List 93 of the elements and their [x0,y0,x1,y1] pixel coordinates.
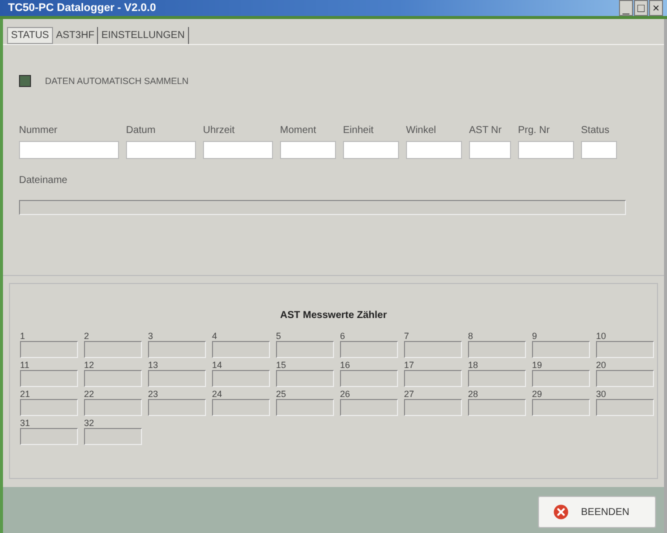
field-label: AST Nr [469,125,503,136]
counter-field [468,370,526,387]
field-label: Status [581,125,610,136]
counter-field [532,341,590,358]
counter-label: 25 [276,389,288,399]
counter-field [276,370,334,387]
counter-field [212,399,270,416]
input-field[interactable] [518,141,574,159]
counter-label: 15 [276,360,288,370]
counter-label: 2 [84,331,90,341]
field-label: Moment [280,125,318,136]
counter-label: 11 [20,360,30,370]
counter-field [468,341,526,358]
window-title: TC50-PC Datalogger - V2.0.0 [8,2,156,14]
field-label: Winkel [406,125,438,136]
counter-label: 30 [596,389,608,399]
close-app-button[interactable]: BEENDEN [538,496,656,528]
counter-field [20,370,78,387]
input-field[interactable] [280,141,336,159]
counter-label: 7 [404,331,410,341]
close-button[interactable]: × [649,0,663,16]
maximize-button[interactable]: □ [634,0,648,16]
counter-field [20,341,78,358]
input-field[interactable] [203,141,273,159]
counter-field [276,399,334,416]
counter-field [84,341,142,358]
counter-field [148,341,206,358]
counter-field [340,370,398,387]
counter-label: 24 [212,389,224,399]
counter-label: 26 [340,389,352,399]
counter-label: 32 [84,418,96,428]
counter-field [596,399,654,416]
input-field[interactable] [406,141,462,159]
counter-field [340,399,398,416]
counter-label: 18 [468,360,480,370]
counter-field [404,341,462,358]
counter-label: 10 [596,331,608,341]
input-field[interactable] [19,141,119,159]
counter-label: 14 [212,360,224,370]
field-label: Einheit [343,125,375,136]
counter-label: 4 [212,331,218,341]
counter-field [212,370,270,387]
counter-label: 29 [532,389,544,399]
counter-field [404,399,462,416]
tab[interactable]: STATUS [7,27,53,44]
close-icon [553,504,569,520]
counter-label: 19 [532,360,544,370]
counter-label: 17 [404,360,416,370]
counter-field [148,370,206,387]
minimize-button[interactable]: _ [619,0,633,16]
counter-label: 16 [340,360,352,370]
input-field[interactable] [581,141,617,159]
counter-label: 5 [276,331,282,341]
field-label: Uhrzeit [203,125,236,136]
counter-label: 3 [148,331,154,341]
counter-field [20,399,78,416]
counter-field [276,341,334,358]
counter-field [596,370,654,387]
counter-field [532,370,590,387]
panel-title: AST Messwerte Zähler [279,310,388,321]
counter-label: 21 [20,389,32,399]
counter-label: 1 [20,331,26,341]
counter-label: 31 [20,418,32,428]
counter-label: 9 [532,331,538,341]
counter-field [84,370,142,387]
counter-field [148,399,206,416]
counter-field [404,370,462,387]
counter-label: 8 [468,331,474,341]
counter-field [532,399,590,416]
counter-field [84,399,142,416]
field-label: Datum [126,125,156,136]
checkbox-label: DATEN AUTOMATISCH SAMMELN [45,76,189,86]
input-field[interactable] [469,141,511,159]
counter-label: 6 [340,331,346,341]
counter-field [84,428,142,445]
counter-label: 12 [84,360,96,370]
counter-label: 13 [148,360,160,370]
counter-label: 23 [148,389,160,399]
field-label: Prg. Nr [518,125,551,136]
field-label: Dateiname [19,175,68,186]
counter-label: 20 [596,360,608,370]
counter-label: 22 [84,389,96,399]
checkbox[interactable] [19,75,31,87]
counter-field [468,399,526,416]
counter-field [340,341,398,358]
field-label: Nummer [19,125,58,136]
counter-field [212,341,270,358]
input-field[interactable] [343,141,399,159]
counter-field [596,341,654,358]
input-field[interactable] [126,141,196,159]
counter-field [20,428,78,445]
counter-label: 27 [404,389,416,399]
counter-label: 28 [468,389,480,399]
